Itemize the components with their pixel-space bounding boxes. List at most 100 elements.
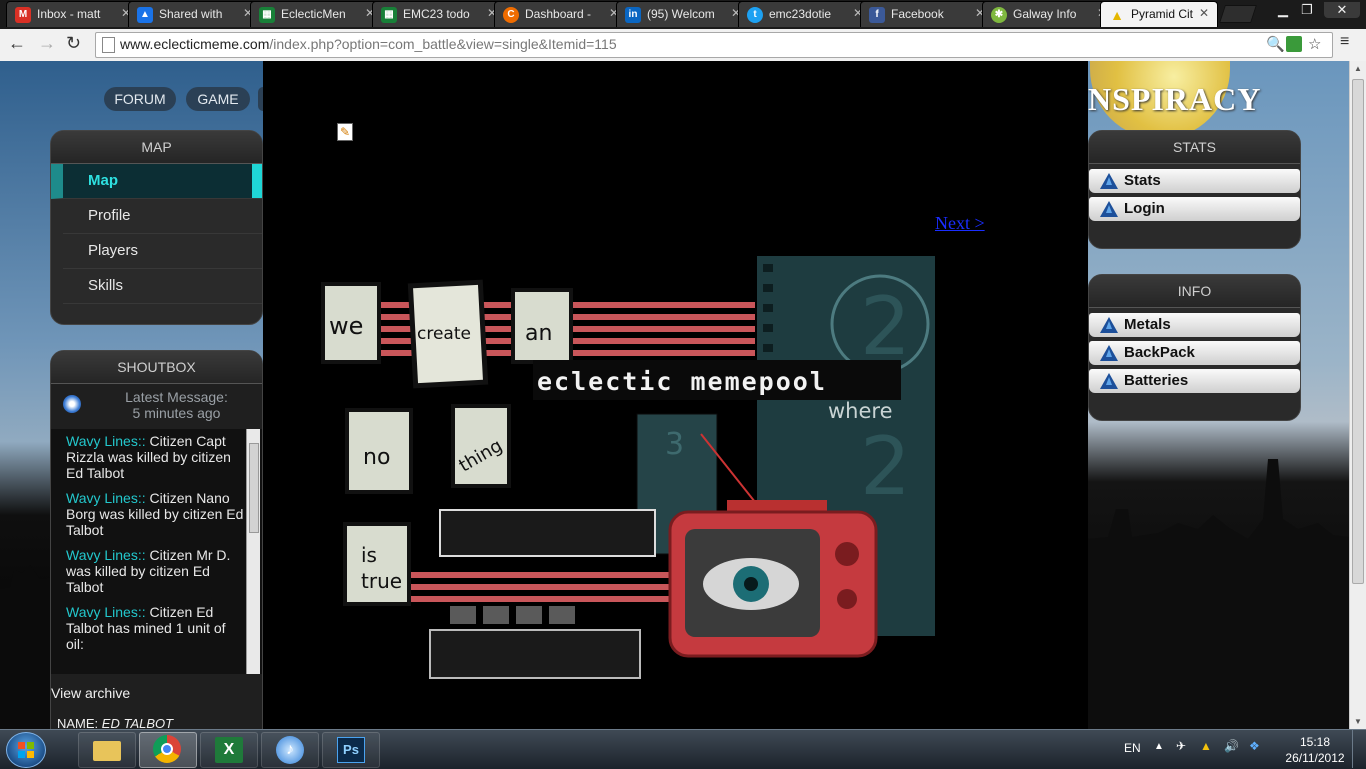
dropbox-icon[interactable]: ❖ [1249, 739, 1260, 753]
excel-icon[interactable]: X [200, 732, 258, 768]
chrome-icon[interactable] [139, 732, 197, 768]
shout-message-list[interactable]: Wavy Lines:: Citizen Capt Rizzla was kil… [51, 429, 262, 674]
shout-username[interactable]: Wavy Lines:: [66, 433, 146, 449]
pyramid-icon [1100, 201, 1118, 217]
page-scroll-thumb[interactable] [1352, 79, 1364, 584]
close-icon[interactable]: ✕ [1199, 6, 1209, 20]
tab-emc23-todo[interactable]: ▦ EMC23 todo ✕ [372, 1, 506, 27]
linkedin-icon: in [625, 7, 641, 23]
tab-label: Dashboard - [525, 7, 592, 21]
banner-frame-number: 2 [860, 280, 911, 373]
info-module: INFO Metals BackPack Batteries [1088, 274, 1301, 421]
reload-icon[interactable]: ↻ [66, 33, 81, 54]
menu-item-map[interactable]: Map [51, 164, 262, 199]
star-icon[interactable]: ☆ [1308, 35, 1321, 53]
latest-message-time: 5 minutes ago [132, 405, 221, 421]
tab-galway-info[interactable]: ✱ Galway Info ✕ [982, 1, 1116, 27]
tab-label: Facebook [891, 7, 944, 21]
show-desktop-button[interactable] [1352, 730, 1366, 768]
next-link[interactable]: Next > [935, 213, 985, 234]
close-window-button[interactable]: ✕ [1324, 2, 1360, 18]
photoshop-icon[interactable]: Ps [322, 732, 380, 768]
banner-word: create [417, 324, 471, 344]
batteries-button[interactable]: Batteries [1089, 369, 1300, 393]
menu-item-label: Skills [88, 277, 124, 294]
language-indicator[interactable]: EN [1124, 741, 1141, 755]
windows-explorer-icon[interactable] [78, 732, 136, 768]
address-bar[interactable]: www.eclecticmeme.com/index.php?option=co… [95, 32, 1333, 58]
nav-game-button[interactable]: GAME [186, 87, 250, 111]
view-archive-link[interactable]: View archive [51, 685, 130, 701]
shout-message: Wavy Lines:: Citizen Nano Borg was kille… [51, 486, 262, 543]
banner-word: true [361, 569, 402, 593]
edit-pencil-icon[interactable]: ✎ [337, 123, 353, 141]
shout-message: Wavy Lines:: Citizen Capt Rizzla was kil… [51, 429, 262, 486]
new-tab-button[interactable] [1219, 5, 1257, 23]
shoutbox-title: SHOUTBOX [51, 351, 262, 384]
shoutbox-module: SHOUTBOX Latest Message: 5 minutes ago W… [50, 350, 263, 729]
metals-button[interactable]: Metals [1089, 313, 1300, 337]
shout-username[interactable]: Wavy Lines:: [66, 547, 146, 563]
tab-inbox[interactable]: M Inbox - matt ✕ [6, 1, 140, 27]
banner-frame-number-lower: 2 [860, 420, 911, 513]
stats-module: STATS Stats Login [1088, 130, 1301, 249]
player-name-value: ED TALBOT [101, 716, 174, 729]
extension-icon[interactable] [1286, 36, 1302, 52]
tab-shared-with[interactable]: ▲ Shared with ✕ [128, 1, 262, 27]
forward-arrow-icon[interactable]: → [38, 33, 56, 54]
tab-linkedin[interactable]: in (95) Welcom ✕ [616, 1, 750, 27]
tab-dashboard[interactable]: C Dashboard - ✕ [494, 1, 628, 27]
pin-icon[interactable]: ✈ [1176, 739, 1186, 753]
clock-time: 15:18 [1299, 735, 1331, 749]
page-scrollbar[interactable]: ▲ ▼ [1349, 61, 1366, 729]
zoom-icon[interactable]: 🔍 [1266, 35, 1285, 53]
menu-item-profile[interactable]: Profile [63, 199, 262, 234]
system-clock[interactable]: 15:18 26/11/2012 [1284, 734, 1346, 766]
tab-label: Galway Info [1013, 7, 1077, 21]
browser-tab-strip: M Inbox - matt ✕ ▲ Shared with ✕ ▦ Eclec… [0, 0, 1366, 29]
url-host: www.eclecticmeme.com [120, 36, 270, 52]
shout-username[interactable]: Wavy Lines:: [66, 490, 146, 506]
map-module-title: MAP [51, 131, 262, 164]
volume-icon[interactable]: 🔊 [1224, 739, 1239, 753]
button-label: Stats [1124, 172, 1161, 189]
tab-label: EMC23 todo [403, 7, 470, 21]
nav-more-button[interactable] [258, 87, 263, 111]
scroll-down-arrow-icon[interactable]: ▼ [1354, 717, 1362, 726]
player-name-label: NAME: [57, 716, 99, 729]
drive-tray-icon[interactable]: ▲ [1200, 739, 1212, 753]
button-label: BackPack [1124, 344, 1195, 361]
stats-button[interactable]: Stats [1089, 169, 1300, 193]
nav-forum-button[interactable]: FORUM [104, 87, 176, 111]
pyramid-icon [1100, 345, 1118, 361]
login-button[interactable]: Login [1089, 197, 1300, 221]
tab-pyramid-city[interactable]: ▲ Pyramid Cit ✕ [1100, 1, 1218, 27]
twitter-icon: t [747, 7, 763, 23]
shout-username[interactable]: Wavy Lines:: [66, 604, 146, 620]
scroll-up-arrow-icon[interactable]: ▲ [1354, 64, 1362, 73]
tab-eclecticmen[interactable]: ▦ EclecticMen ✕ [250, 1, 384, 27]
url-text[interactable]: www.eclecticmeme.com/index.php?option=co… [120, 36, 617, 52]
shoutbox-scrollbar[interactable] [246, 429, 260, 674]
menu-item-label: Map [88, 172, 118, 189]
button-label: Batteries [1124, 372, 1189, 389]
tray-expand-icon[interactable]: ▲ [1154, 741, 1164, 752]
minimize-button[interactable]: ▁ [1270, 2, 1296, 18]
shout-message: Wavy Lines:: Citizen Ed Talbot has mined… [51, 600, 262, 657]
menu-item-skills[interactable]: Skills [63, 269, 262, 304]
windows-logo-icon [18, 742, 34, 758]
tab-label: Shared with [159, 7, 223, 21]
itunes-icon[interactable]: ♪ [261, 732, 319, 768]
back-arrow-icon[interactable]: ← [8, 33, 26, 54]
menu-icon[interactable]: ≡ [1340, 33, 1349, 51]
gmail-icon: M [15, 7, 31, 23]
eclectic-memepool-banner-image: 2 2 3 we create an no thing is true ecle [321, 256, 935, 679]
banner-subline: where [828, 399, 893, 423]
start-button[interactable] [6, 732, 46, 768]
shoutbox-scroll-thumb[interactable] [249, 443, 259, 533]
backpack-button[interactable]: BackPack [1089, 341, 1300, 365]
tab-facebook[interactable]: f Facebook ✕ [860, 1, 994, 27]
tab-twitter[interactable]: t emc23dotie ✕ [738, 1, 872, 27]
maximize-button[interactable]: ❐ [1294, 2, 1320, 18]
menu-item-players[interactable]: Players [63, 234, 262, 269]
